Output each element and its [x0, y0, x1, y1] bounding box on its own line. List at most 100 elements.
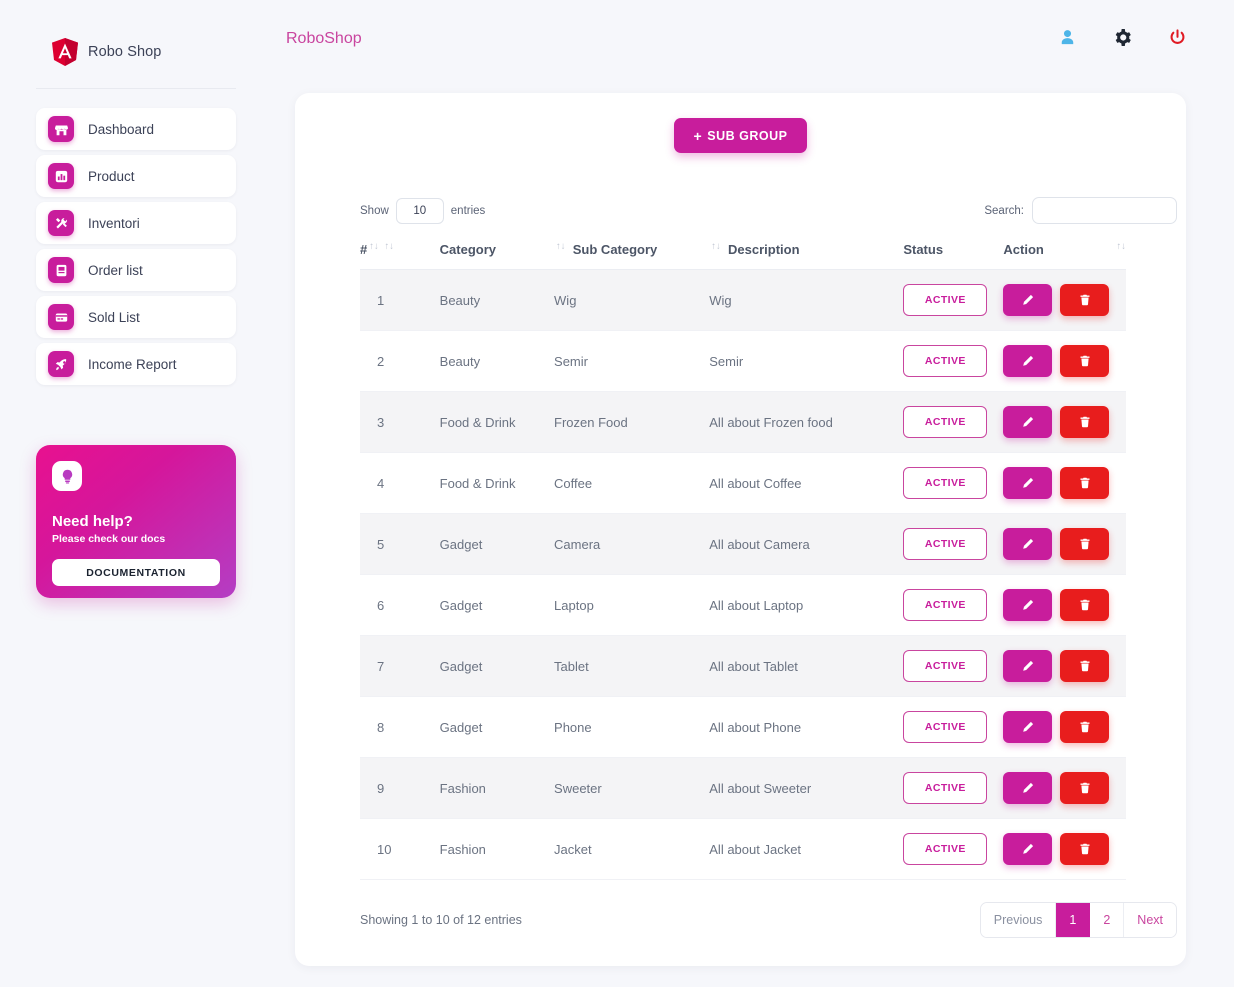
sidebar-item-order-list[interactable]: Order list: [36, 249, 236, 291]
bar-chart-icon: [48, 163, 74, 189]
cell-status: ACTIVE: [903, 391, 1004, 453]
edit-button[interactable]: [1003, 772, 1053, 804]
column-header-sub-category[interactable]: ↑↓ Sub Category: [554, 236, 710, 270]
column-header-status[interactable]: Status: [903, 236, 1004, 270]
cell-status: ACTIVE: [903, 269, 1004, 331]
cell-action: [1003, 574, 1126, 636]
gear-icon[interactable]: [1114, 29, 1131, 46]
search-input[interactable]: [1032, 197, 1177, 224]
power-icon[interactable]: [1169, 29, 1186, 46]
cell-category: Gadget: [439, 696, 555, 758]
cell-action: [1003, 513, 1126, 575]
column-label: Description: [728, 242, 800, 257]
cell-category: Food & Drink: [439, 391, 555, 453]
delete-button[interactable]: [1060, 772, 1110, 804]
status-badge: ACTIVE: [903, 650, 988, 682]
trash-icon: [1079, 599, 1091, 611]
column-header-number[interactable]: # ↑↓: [360, 236, 383, 270]
user-icon[interactable]: [1059, 29, 1076, 46]
status-badge: ACTIVE: [903, 589, 988, 621]
sort-icon[interactable]: ↑↓: [384, 242, 394, 252]
cell-action: [1003, 757, 1126, 819]
delete-button[interactable]: [1060, 650, 1110, 682]
cell-status: ACTIVE: [903, 818, 1004, 880]
cell-sub-category: Sweeter: [554, 757, 710, 819]
edit-button[interactable]: [1003, 650, 1053, 682]
trash-icon: [1079, 721, 1091, 733]
delete-button[interactable]: [1060, 345, 1110, 377]
edit-button[interactable]: [1003, 345, 1053, 377]
add-sub-group-button[interactable]: + SUB GROUP: [673, 118, 808, 153]
edit-button[interactable]: [1003, 711, 1053, 743]
entries-per-page-input[interactable]: [395, 197, 444, 224]
cell-description: All about Frozen food: [709, 391, 904, 453]
header-actions: [1059, 29, 1186, 46]
show-entries-group: Show entries: [360, 197, 486, 224]
edit-button[interactable]: [1003, 528, 1053, 560]
trash-icon: [1079, 294, 1091, 306]
trash-icon: [1079, 477, 1091, 489]
cell-category: Food & Drink: [439, 452, 555, 514]
status-badge: ACTIVE: [903, 833, 988, 865]
entries-info: Showing 1 to 10 of 12 entries: [360, 913, 522, 927]
edit-button[interactable]: [1003, 467, 1053, 499]
sidebar-item-sold-list[interactable]: Sold List: [36, 296, 236, 338]
store-icon: [48, 116, 74, 142]
entries-label: entries: [450, 204, 486, 217]
sort-icon[interactable]: ↑↓: [1117, 242, 1127, 252]
table-row: 7 Gadget Tablet All about Tablet ACTIVE: [360, 635, 1126, 697]
sidebar-item-product[interactable]: Product: [36, 155, 236, 197]
edit-button[interactable]: [1003, 284, 1053, 316]
cell-category: Fashion: [439, 757, 555, 819]
cell-description: All about Jacket: [709, 818, 904, 880]
pencil-icon: [1022, 538, 1034, 550]
sidebar-item-income-report[interactable]: Income Report: [36, 343, 236, 385]
delete-button[interactable]: [1060, 711, 1110, 743]
row-actions: [1003, 711, 1126, 743]
column-header-category[interactable]: Category: [439, 236, 555, 270]
sidebar-item-dashboard[interactable]: Dashboard: [36, 108, 236, 150]
delete-button[interactable]: [1060, 589, 1110, 621]
documentation-button[interactable]: DOCUMENTATION: [52, 559, 220, 586]
help-card: Need help? Please check our docs DOCUMEN…: [36, 445, 236, 598]
delete-button[interactable]: [1060, 406, 1110, 438]
column-header-sort-spacer[interactable]: ↑↓: [382, 236, 440, 270]
cell-status: ACTIVE: [903, 757, 1004, 819]
edit-button[interactable]: [1003, 406, 1053, 438]
trash-icon: [1079, 538, 1091, 550]
edit-button[interactable]: [1003, 833, 1053, 865]
pagination-page-2[interactable]: 2: [1090, 903, 1125, 937]
lightbulb-icon: [52, 461, 82, 491]
edit-button[interactable]: [1003, 589, 1053, 621]
cell-description: All about Sweeter: [709, 757, 904, 819]
cell-action: [1003, 696, 1126, 758]
cell-category: Gadget: [439, 635, 555, 697]
table-row: 1 Beauty Wig Wig ACTIVE: [360, 269, 1126, 331]
status-badge: ACTIVE: [903, 467, 988, 499]
delete-button[interactable]: [1060, 528, 1110, 560]
table-row: 10 Fashion Jacket All about Jacket ACTIVE: [360, 818, 1126, 880]
sidebar-item-inventori[interactable]: Inventori: [36, 202, 236, 244]
sort-icon[interactable]: ↑↓: [556, 242, 566, 252]
trash-icon: [1079, 782, 1091, 794]
cell-status: ACTIVE: [903, 452, 1004, 514]
sort-icon[interactable]: ↑↓: [369, 242, 379, 252]
pagination-page-1[interactable]: 1: [1056, 903, 1091, 937]
cell-description: Semir: [709, 330, 904, 392]
pencil-icon: [1022, 599, 1034, 611]
sort-icon[interactable]: ↑↓: [711, 242, 721, 252]
cell-status: ACTIVE: [903, 574, 1004, 636]
pagination-next[interactable]: Next: [1124, 903, 1176, 937]
pencil-icon: [1022, 843, 1034, 855]
cell-action: [1003, 818, 1126, 880]
table-row: 8 Gadget Phone All about Phone ACTIVE: [360, 696, 1126, 758]
tools-icon: [48, 210, 74, 236]
column-header-description[interactable]: ↑↓ Description: [709, 236, 904, 270]
row-actions: [1003, 406, 1126, 438]
cell-category: Gadget: [439, 513, 555, 575]
pagination-previous[interactable]: Previous: [980, 903, 1057, 937]
delete-button[interactable]: [1060, 284, 1110, 316]
column-header-action[interactable]: Action ↑↓: [1003, 236, 1126, 270]
delete-button[interactable]: [1060, 467, 1110, 499]
delete-button[interactable]: [1060, 833, 1110, 865]
